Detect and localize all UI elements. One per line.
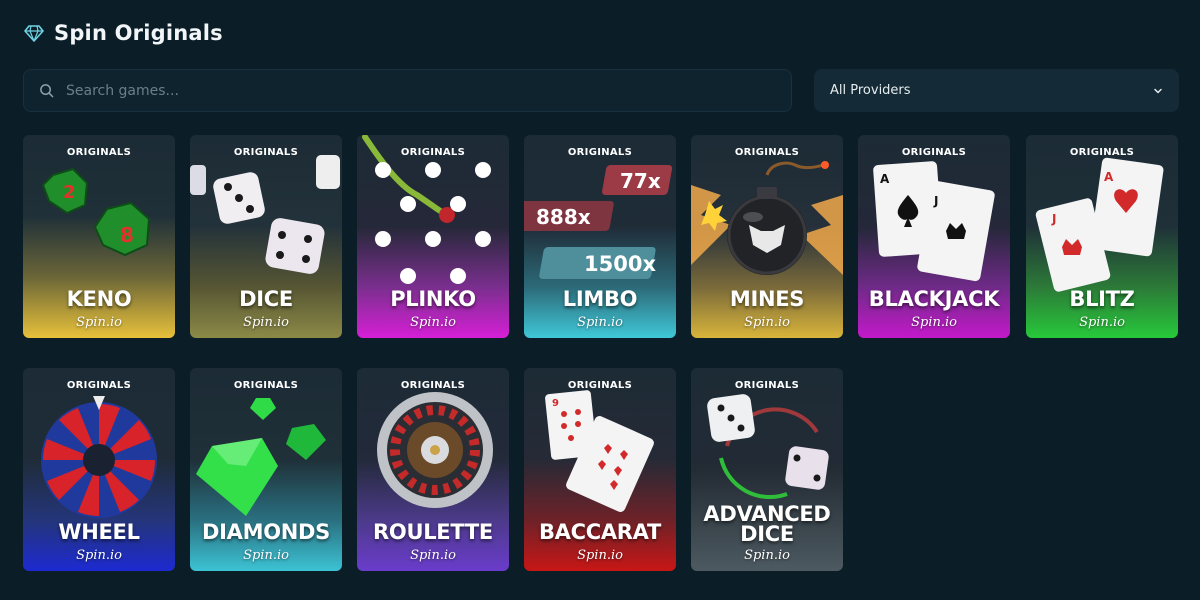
- game-card-advanced-dice[interactable]: ORIGINALS ADVANCED DICE Spin.io: [691, 368, 843, 571]
- brand-logo: Spin.io: [243, 548, 289, 563]
- card-tag: ORIGINALS: [567, 380, 633, 391]
- brand-logo: Spin.io: [577, 548, 623, 563]
- brand-logo: Spin.io: [76, 548, 122, 563]
- game-card-plinko[interactable]: ORIGINALS PLINKO Spin.io: [357, 135, 509, 338]
- game-card-mines[interactable]: ORIGINALS MINES Spin.io: [691, 135, 843, 338]
- brand-logo: Spin.io: [410, 548, 456, 563]
- page-header: Spin Originals: [24, 20, 223, 46]
- card-tag: ORIGINALS: [400, 380, 466, 391]
- brand-logo: Spin.io: [744, 548, 790, 563]
- svg-text:8: 8: [120, 223, 134, 247]
- diamond-icon: [24, 25, 44, 42]
- svg-text:2: 2: [63, 182, 76, 203]
- providers-selected: All Providers: [830, 83, 911, 98]
- game-card-limbo[interactable]: 77x 888x 1500x ORIGINALS LIMBO Spin.io: [524, 135, 676, 338]
- providers-dropdown[interactable]: All Providers: [814, 69, 1179, 112]
- game-card-blitz[interactable]: A J ORIGINALS BLITZ Spin.io: [1026, 135, 1178, 338]
- brand-logo: Spin.io: [1079, 315, 1125, 330]
- brand-logo: Spin.io: [577, 315, 623, 330]
- svg-text:J: J: [933, 194, 938, 208]
- game-title: ADVANCED DICE: [703, 502, 831, 546]
- game-title: BLITZ: [1069, 287, 1135, 311]
- game-title: DICE: [239, 287, 293, 311]
- svg-text:J: J: [1051, 212, 1056, 226]
- game-title: BLACKJACK: [868, 287, 1000, 311]
- svg-text:9: 9: [552, 398, 559, 409]
- card-tag: ORIGINALS: [567, 147, 633, 158]
- limbo-multiplier-1500: 1500x: [584, 252, 656, 276]
- card-tag: ORIGINALS: [66, 380, 132, 391]
- game-card-dice[interactable]: ORIGINALS DICE Spin.io: [190, 135, 342, 338]
- card-tag: ORIGINALS: [734, 380, 800, 391]
- card-tag: ORIGINALS: [901, 147, 967, 158]
- brand-logo: Spin.io: [410, 315, 456, 330]
- search-icon: [40, 84, 54, 98]
- brand-logo: Spin.io: [76, 315, 122, 330]
- game-card-baccarat[interactable]: 9 ORIGINALS BACCARAT Spin.io: [524, 368, 676, 571]
- game-title: ROULETTE: [373, 520, 493, 544]
- game-title: LIMBO: [562, 287, 638, 311]
- limbo-multiplier-888: 888x: [536, 205, 591, 229]
- svg-text:A: A: [880, 172, 890, 186]
- game-title: DIAMONDS: [202, 520, 330, 544]
- game-title: MINES: [729, 287, 805, 311]
- chevron-down-icon: [1154, 88, 1162, 93]
- brand-logo: Spin.io: [744, 315, 790, 330]
- brand-logo: Spin.io: [243, 315, 289, 330]
- limbo-multiplier-77: 77x: [620, 169, 661, 193]
- brand-logo: Spin.io: [911, 315, 957, 330]
- card-tag: ORIGINALS: [1069, 147, 1135, 158]
- game-card-blackjack[interactable]: A J ORIGINALS BLACKJACK Spin.io: [858, 135, 1010, 338]
- search-input[interactable]: [66, 82, 746, 99]
- svg-text:A: A: [1104, 170, 1114, 184]
- game-title: WHEEL: [58, 520, 140, 544]
- game-card-roulette[interactable]: ORIGINALS ROULETTE Spin.io: [357, 368, 509, 571]
- game-card-wheel[interactable]: ORIGINALS WHEEL Spin.io: [23, 368, 175, 571]
- card-tag: ORIGINALS: [734, 147, 800, 158]
- card-tag: ORIGINALS: [400, 147, 466, 158]
- game-title: KENO: [66, 287, 132, 311]
- game-card-diamonds[interactable]: ORIGINALS DIAMONDS Spin.io: [190, 368, 342, 571]
- game-card-keno[interactable]: 2 8 ORIGINALS KENO Spin.io: [23, 135, 175, 338]
- search-bar[interactable]: [23, 69, 792, 112]
- card-tag: ORIGINALS: [66, 147, 132, 158]
- game-title: BACCARAT: [538, 520, 662, 544]
- page-title: Spin Originals: [54, 21, 223, 45]
- card-tag: ORIGINALS: [233, 147, 299, 158]
- game-title: PLINKO: [390, 287, 476, 311]
- card-tag: ORIGINALS: [233, 380, 299, 391]
